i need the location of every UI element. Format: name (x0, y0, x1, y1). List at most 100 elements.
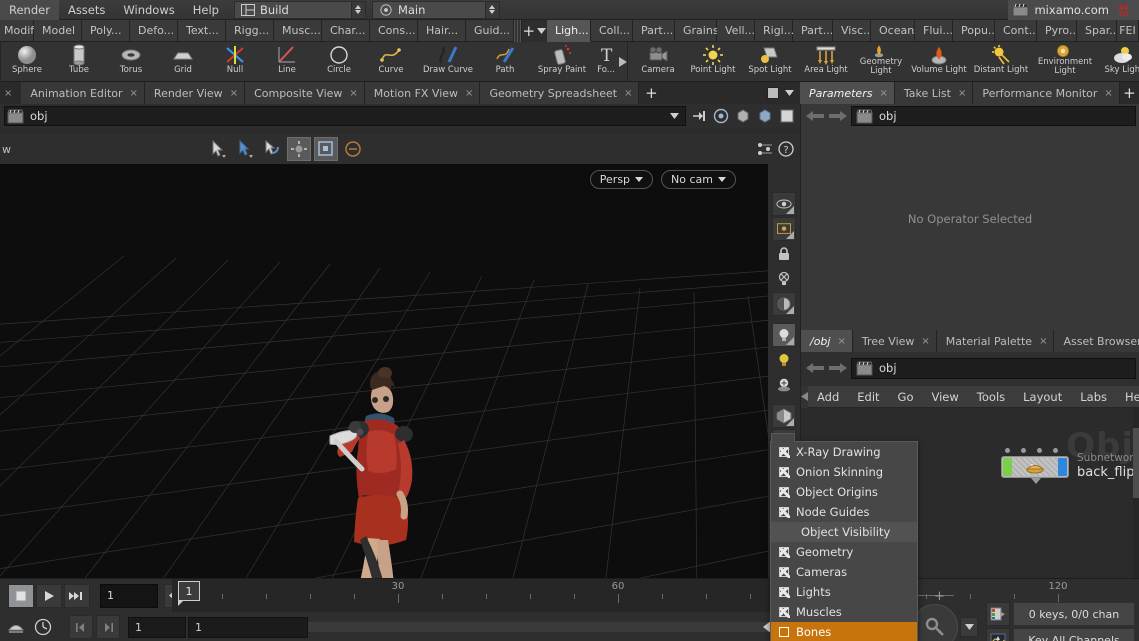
network-path-input[interactable]: obj (851, 357, 1136, 379)
pin-icon[interactable] (690, 107, 708, 125)
close-icon[interactable]: × (1039, 336, 1047, 347)
current-frame-field[interactable]: 1 (100, 583, 158, 608)
shelf-tab-constraints[interactable]: Cons... (370, 20, 418, 42)
half-light-icon[interactable] (772, 292, 796, 316)
3d-viewport[interactable]: y x Persp No cam (0, 164, 768, 578)
tab-composite-view[interactable]: Composite View × (245, 82, 365, 104)
shelf-tab-fluids[interactable]: Flui... (915, 20, 953, 42)
timeline-ruler[interactable]: 30 60 90 (172, 579, 1068, 612)
menu-item-geometry[interactable]: Geometry (771, 542, 917, 562)
shelf-tab-pyro[interactable]: Pyro... (1037, 20, 1079, 42)
close-icon[interactable]: × (130, 88, 138, 99)
shelf-tab-vellum[interactable]: Vell... (717, 20, 755, 42)
target-icon[interactable] (712, 107, 730, 125)
shelf-tab-oceans[interactable]: Oceans (871, 20, 920, 42)
network-menu-layout[interactable]: Layout (1014, 386, 1071, 408)
help-icon[interactable]: ? (778, 141, 794, 157)
pane-maximize-icon[interactable] (767, 87, 779, 99)
shelf-tab-hair[interactable]: Hair... (418, 20, 466, 42)
chevron-down-icon[interactable] (670, 113, 679, 119)
close-icon[interactable]: × (958, 88, 966, 99)
shelf-tool-null[interactable]: Null (209, 42, 261, 81)
view-mode-dropdown[interactable]: Persp (589, 170, 654, 189)
shelf-tab-fem[interactable]: FEI (1117, 20, 1139, 42)
close-icon[interactable]: × (465, 88, 473, 99)
tab-motion-fx-view[interactable]: Motion FX View × (364, 82, 481, 104)
network-menu-view[interactable]: View (923, 386, 968, 408)
shelf-tool-grid[interactable]: Grid (157, 42, 209, 81)
checkbox-checked-icon[interactable] (779, 507, 790, 518)
desktop-selector[interactable]: Build (233, 0, 366, 19)
viewport-path-input[interactable]: obj (4, 106, 686, 126)
shelf-tool-font[interactable]: T Fo... (593, 42, 619, 81)
forward-arrow-icon[interactable] (828, 107, 848, 125)
display-options-icon[interactable] (772, 192, 796, 216)
shelf-tab-rigidbodies[interactable]: Rigi... (755, 20, 794, 42)
shelf-tab-populate[interactable]: Popu... (953, 20, 998, 42)
close-icon[interactable]: × (921, 336, 929, 347)
tab-tree-view[interactable]: Tree View × (852, 330, 937, 352)
time-options-icon[interactable] (31, 615, 55, 639)
jump-to-start-button[interactable] (69, 615, 93, 639)
menu-windows[interactable]: Windows (114, 0, 183, 20)
network-scroll-left-icon[interactable] (801, 385, 808, 408)
shelf-tab-menu-button[interactable] (535, 20, 547, 42)
menu-item-node-guides[interactable]: Node Guides (771, 502, 917, 522)
menu-item-onion-skinning[interactable]: Onion Skinning (771, 462, 917, 482)
key-menu-dropdown[interactable] (960, 617, 978, 637)
checkbox-checked-icon[interactable] (779, 587, 790, 598)
forward-arrow-icon[interactable] (828, 359, 848, 377)
checkbox-unchecked-icon[interactable] (779, 627, 789, 637)
play-button[interactable] (36, 583, 62, 608)
shelf-tab-rigging[interactable]: Rigg... (226, 20, 274, 42)
shelf-tool-draw-curve[interactable]: Draw Curve (417, 42, 479, 81)
shelf-tab-poly[interactable]: Poly... (82, 20, 130, 42)
menu-help[interactable]: Help (184, 0, 228, 20)
shelf-drag-grip[interactable] (514, 20, 522, 42)
left-pane-tab-collapse[interactable]: × (0, 82, 22, 104)
shelf-tool-spot-light[interactable]: Spot Light (742, 42, 798, 81)
back-arrow-icon[interactable] (805, 359, 825, 377)
display-textures-icon[interactable] (756, 107, 774, 125)
jump-to-end-button-2[interactable] (96, 615, 120, 639)
shelf-tool-sphere[interactable]: Sphere (1, 42, 53, 81)
key-all-channels-button[interactable]: Key All Channels (1013, 628, 1135, 641)
shelf-tab-muscles[interactable]: Musc... (274, 20, 322, 42)
shelf-tool-point-light[interactable]: Point Light (684, 42, 742, 81)
close-icon[interactable]: × (1104, 88, 1112, 99)
menu-assets[interactable]: Assets (59, 0, 114, 20)
shelf-tab-collisions[interactable]: Coll... (591, 20, 633, 42)
tab-parameters[interactable]: Parameters × (800, 82, 895, 104)
node-render-flag[interactable] (1058, 458, 1067, 476)
shelf-tool-distant-light[interactable]: Distant Light (970, 42, 1032, 81)
close-icon[interactable]: × (624, 88, 632, 99)
tab-render-view[interactable]: Render View × (144, 82, 246, 104)
view-zoom-icon[interactable] (314, 137, 339, 161)
checkbox-checked-icon[interactable] (779, 607, 790, 618)
close-icon[interactable]: × (4, 88, 12, 99)
camera-dropdown[interactable]: No cam (661, 170, 736, 189)
close-icon[interactable]: × (230, 88, 238, 99)
shelf-scroll-right-icon[interactable] (619, 42, 627, 81)
shelf-tab-particlefluids[interactable]: Part... (793, 20, 833, 42)
shelf-tab-containers[interactable]: Cont... (995, 20, 1039, 42)
shelf-tool-camera[interactable]: Camera (632, 42, 684, 81)
parameters-path-input[interactable]: obj (851, 106, 1136, 126)
stop-button[interactable] (8, 583, 34, 608)
light-add-icon[interactable] (772, 373, 796, 397)
checkbox-checked-icon[interactable] (779, 567, 790, 578)
network-menu-add[interactable]: Add (808, 386, 848, 408)
shelf-tool-circle[interactable]: Circle (313, 42, 365, 81)
desktop-selector-spinner[interactable] (350, 1, 365, 18)
range-end-field[interactable]: 1 (188, 616, 308, 638)
menu-render[interactable]: Render (0, 0, 59, 20)
shelf-tool-torus[interactable]: Torus (105, 42, 157, 81)
background-image-icon[interactable] (778, 107, 796, 125)
view-tool-icon[interactable] (287, 137, 312, 161)
handles-tool-icon[interactable] (233, 137, 257, 161)
playback-mode-icon[interactable] (4, 615, 28, 639)
snapping-icon[interactable] (756, 141, 772, 157)
left-pane-add-tab-button[interactable]: + (639, 82, 664, 104)
shelf-add-tab-button[interactable]: + (521, 20, 536, 42)
headlight-icon[interactable] (772, 323, 796, 347)
